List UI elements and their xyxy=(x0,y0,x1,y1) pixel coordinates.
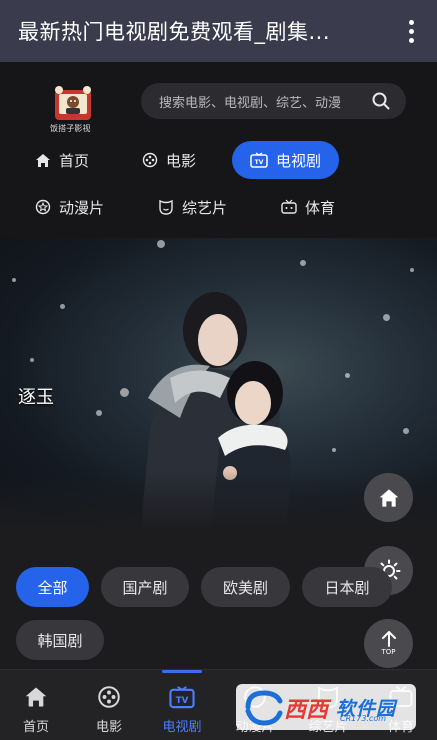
title-bar: 最新热门电视剧免费观看_剧集... xyxy=(0,0,437,62)
tv-icon: TV xyxy=(250,152,268,168)
svg-text:TV: TV xyxy=(255,159,264,166)
film-reel-icon xyxy=(142,152,158,168)
mask-icon xyxy=(159,199,173,215)
arrow-up-icon xyxy=(381,631,396,647)
search-input[interactable]: 搜索电影、电视剧、综艺、动漫 xyxy=(141,83,406,119)
site-header: 饭搭子影视 搜索电影、电视剧、综艺、动漫 首页 电影 TV 电视剧 动漫片 综艺… xyxy=(0,62,437,238)
chip-all[interactable]: 全部 xyxy=(16,567,89,607)
nav-item-label: 电影 xyxy=(166,151,197,170)
watermark: 西西 软件园 CR173.com xyxy=(236,684,416,730)
nav-item-home[interactable]: 首页 xyxy=(35,141,89,179)
nav-item-sports[interactable]: 体育 xyxy=(281,188,335,226)
app-page: 最新热门电视剧免费观看_剧集... 饭搭子影视 搜索电影、电视剧、综艺、动漫 首… xyxy=(0,0,437,740)
search-icon[interactable] xyxy=(372,92,390,110)
nav-item-label: 体育 xyxy=(305,198,336,217)
nav-item-tv[interactable]: TV 电视剧 xyxy=(232,141,340,179)
search-placeholder: 搜索电影、电视剧、综艺、动漫 xyxy=(159,95,342,111)
nav-item-movie[interactable]: 电影 xyxy=(142,141,196,179)
chip-label: 全部 xyxy=(37,578,68,597)
nav-item-variety[interactable]: 综艺片 xyxy=(158,188,227,226)
back-to-top-button[interactable]: TOP xyxy=(364,619,413,668)
chip-label: 韩国剧 xyxy=(37,631,83,650)
svg-text:TV: TV xyxy=(176,696,189,706)
more-menu-icon[interactable] xyxy=(389,9,433,53)
tab-label: 首页 xyxy=(22,720,49,735)
banner-caption[interactable]: 逐玉 xyxy=(18,383,54,409)
tab-home[interactable]: 首页 xyxy=(0,670,72,740)
home-icon xyxy=(379,488,398,507)
nav-item-label: 首页 xyxy=(59,151,90,170)
tv-small-icon xyxy=(281,199,297,214)
site-logo[interactable]: 饭搭子影视 xyxy=(46,84,100,134)
chip-japanese[interactable]: 日本剧 xyxy=(302,567,392,607)
float-home-button[interactable] xyxy=(364,473,413,522)
tab-movie[interactable]: 电影 xyxy=(73,670,145,740)
tv-icon: TV xyxy=(169,686,195,709)
chip-label: 日本剧 xyxy=(324,578,370,597)
film-reel-icon xyxy=(98,686,120,708)
tab-label: 电影 xyxy=(95,720,122,735)
active-tab-indicator xyxy=(162,670,202,673)
watermark-brand: 西西 xyxy=(284,698,329,723)
watermark-url: CR173.com xyxy=(340,714,387,723)
top-label: TOP xyxy=(381,648,396,656)
nav-item-label: 动漫片 xyxy=(59,198,105,217)
nav-item-anime[interactable]: 动漫片 xyxy=(35,188,104,226)
chip-domestic[interactable]: 国产剧 xyxy=(101,567,189,607)
logo-text: 饭搭子影视 xyxy=(50,124,91,134)
page-title: 最新热门电视剧免费观看_剧集... xyxy=(18,20,331,44)
home-icon xyxy=(36,153,50,167)
tab-tv[interactable]: TV 电视剧 xyxy=(146,670,218,740)
chip-label: 国产剧 xyxy=(122,578,168,597)
nav-item-label: 综艺片 xyxy=(182,198,228,217)
nav-item-label: 电视剧 xyxy=(276,151,322,170)
watermark-logo-icon xyxy=(245,690,283,726)
star-circle-icon xyxy=(35,199,51,215)
home-icon xyxy=(25,687,47,707)
chip-label: 欧美剧 xyxy=(222,578,268,597)
chip-western[interactable]: 欧美剧 xyxy=(201,567,290,607)
tab-label: 电视剧 xyxy=(162,720,202,735)
chip-korean[interactable]: 韩国剧 xyxy=(16,620,104,660)
